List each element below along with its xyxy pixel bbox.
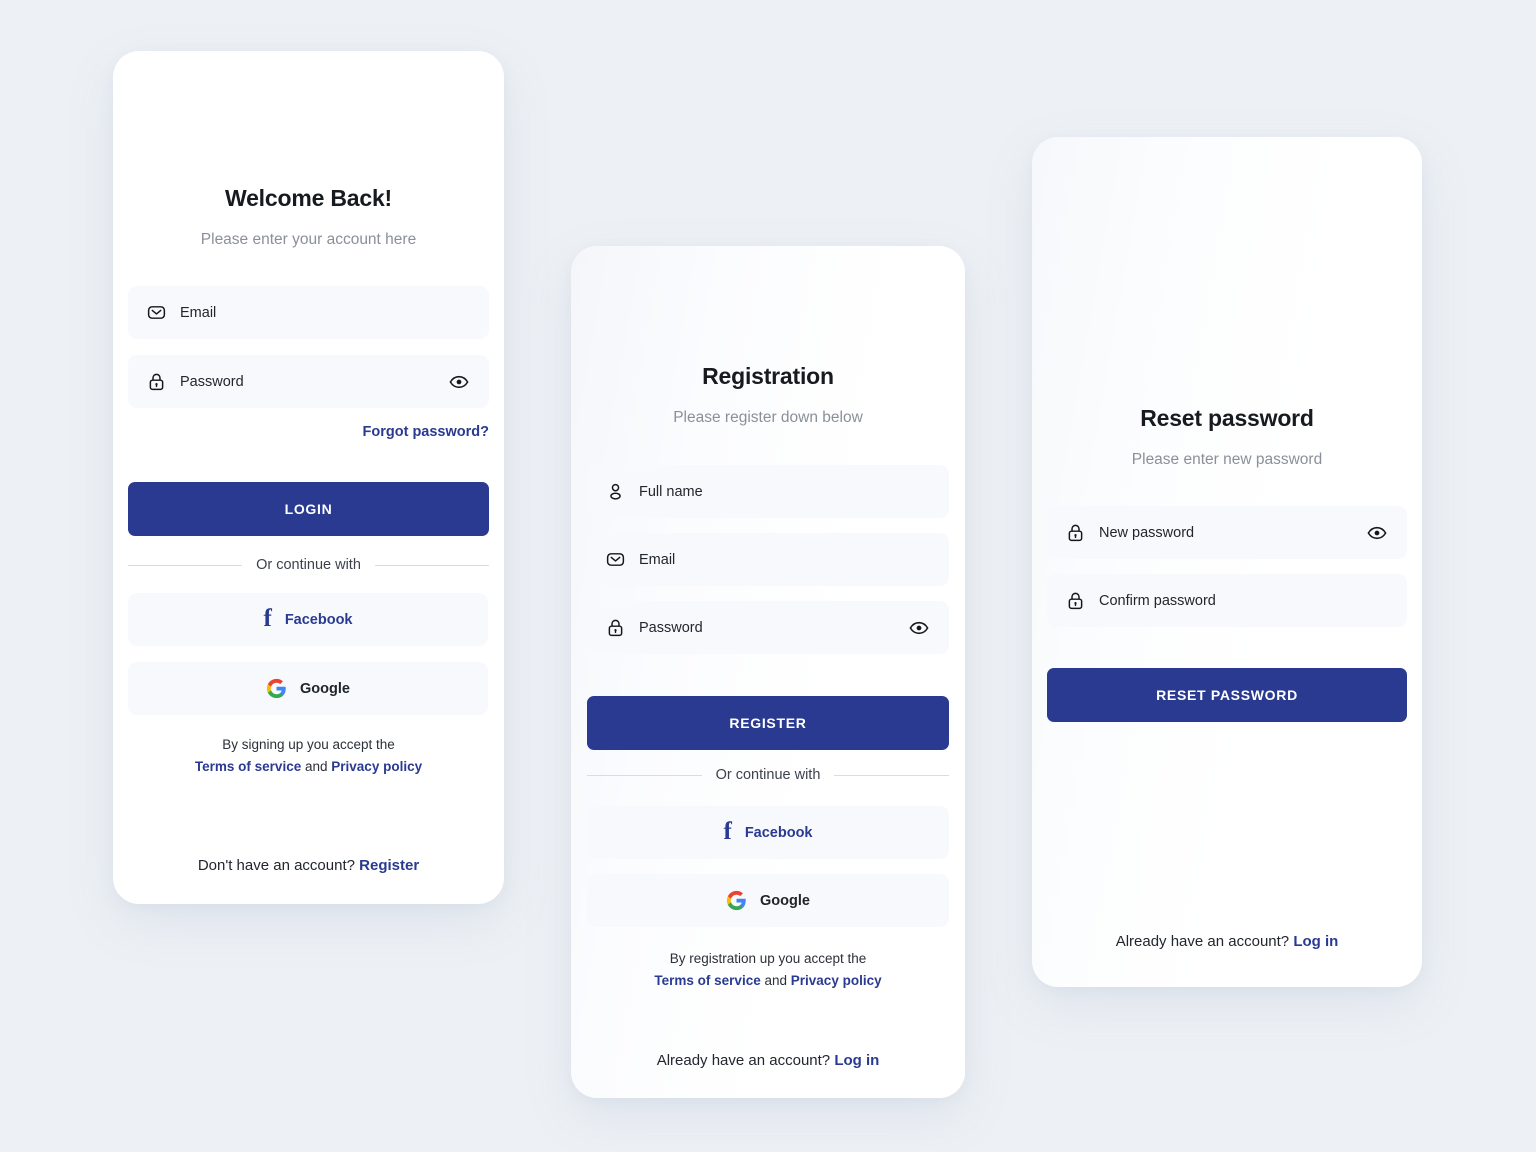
full-name-field[interactable]: Full name [587, 465, 949, 518]
email-field-label: Email [180, 304, 217, 321]
register-link[interactable]: Register [359, 857, 419, 874]
login-submit-row: LOGIN [128, 482, 489, 536]
google-icon [726, 890, 747, 911]
new-password-field[interactable]: New password [1047, 506, 1407, 559]
reset-password-card: Reset password Please enter new password… [1032, 137, 1422, 987]
registration-password-field-label: Password [639, 619, 703, 636]
terms-of-service-link[interactable]: Terms of service [195, 759, 301, 774]
reset-password-footer: Already have an account? Log in [1048, 933, 1406, 950]
login-divider: Or continue with [128, 557, 489, 573]
registration-email-field[interactable]: Email [587, 533, 949, 586]
divider-line-left [128, 564, 243, 566]
login-terms: By signing up you accept the Terms of se… [129, 734, 488, 777]
registration-divider: Or continue with [587, 767, 949, 783]
registration-subtitle: Please register down below [673, 409, 863, 426]
login-subtitle: Please enter your account here [200, 231, 417, 248]
facebook-icon: f [263, 605, 272, 632]
facebook-register-button[interactable]: f Facebook [587, 806, 949, 859]
divider-line-left [587, 774, 702, 776]
google-login-button[interactable]: Google [128, 662, 488, 715]
envelope-icon [605, 549, 626, 570]
reset-password-card-inner: Reset password Please enter new password… [1032, 137, 1422, 987]
registration-card-inner: Registration Please register down below … [571, 246, 965, 1098]
registration-submit-row: REGISTER [587, 696, 949, 750]
registration-footer: Already have an account? Log in [587, 1052, 949, 1069]
registration-email-field-label: Email [639, 551, 676, 568]
facebook-register-label: Facebook [744, 824, 813, 841]
terms-conjunction: and [304, 758, 328, 774]
google-login-label: Google [300, 680, 350, 697]
divider-line-right [374, 564, 489, 566]
reset-password-title: Reset password [1140, 405, 1314, 431]
divider-label: Or continue with [715, 767, 821, 783]
privacy-policy-link[interactable]: Privacy policy [331, 759, 422, 774]
login-title: Welcome Back! [225, 185, 392, 211]
login-card-inner: Welcome Back! Please enter your account … [113, 51, 504, 904]
google-icon [266, 678, 287, 699]
email-field[interactable]: Email [128, 286, 489, 339]
password-field[interactable]: Password [128, 355, 489, 408]
login-link[interactable]: Log in [1293, 933, 1338, 950]
reset-password-button[interactable]: RESET PASSWORD [1047, 668, 1407, 722]
password-field-label: Password [180, 373, 244, 390]
register-button[interactable]: REGISTER [587, 696, 949, 750]
registration-terms-prefix: By registration up you accept the [669, 951, 867, 966]
registration-card: Registration Please register down below … [571, 246, 965, 1098]
login-fields: Email Password [128, 286, 489, 408]
new-password-field-label: New password [1099, 524, 1195, 541]
forgot-password-link[interactable]: Forgot password? [363, 424, 489, 440]
envelope-icon [146, 302, 167, 323]
login-header: Welcome Back! Please enter your account … [129, 185, 488, 249]
confirm-password-field[interactable]: Confirm password [1047, 574, 1407, 627]
person-icon [605, 481, 626, 502]
facebook-login-button[interactable]: f Facebook [128, 593, 488, 646]
registration-social-buttons: f Facebook Google [587, 806, 949, 927]
terms-conjunction: and [764, 972, 788, 988]
eye-icon [909, 621, 929, 634]
registration-fields: Full name Email Password [587, 465, 949, 654]
reset-password-footer-text: Already have an account? [1115, 933, 1290, 950]
registration-password-field[interactable]: Password [587, 601, 949, 654]
registration-header: Registration Please register down below [587, 363, 949, 427]
reset-password-fields: New password Confirm password [1047, 506, 1407, 627]
login-social-buttons: f Facebook Google [128, 593, 488, 715]
reset-password-subtitle: Please enter new password [1131, 451, 1323, 468]
forgot-password-row: Forgot password? [128, 424, 489, 440]
lock-icon [1065, 522, 1086, 543]
toggle-new-password-visibility-button[interactable] [1365, 521, 1389, 545]
lock-icon [605, 617, 626, 638]
login-footer: Don't have an account? Register [129, 857, 488, 874]
login-link[interactable]: Log in [834, 1052, 879, 1069]
registration-footer-text: Already have an account? [656, 1052, 831, 1069]
lock-icon [146, 371, 167, 392]
lock-icon [1065, 590, 1086, 611]
facebook-icon: f [723, 818, 732, 845]
full-name-field-label: Full name [639, 483, 703, 500]
eye-icon [1367, 526, 1387, 539]
toggle-registration-password-visibility-button[interactable] [907, 616, 931, 640]
screen-root: Welcome Back! Please enter your account … [0, 0, 1536, 1152]
divider-line-right [834, 774, 949, 776]
toggle-password-visibility-button[interactable] [447, 370, 471, 394]
terms-of-service-link[interactable]: Terms of service [654, 973, 760, 988]
registration-terms: By registration up you accept the Terms … [587, 948, 949, 991]
confirm-password-field-label: Confirm password [1099, 592, 1216, 609]
registration-title: Registration [702, 363, 834, 389]
divider-label: Or continue with [256, 557, 361, 573]
reset-password-header: Reset password Please enter new password [1048, 405, 1406, 469]
google-register-label: Google [760, 892, 810, 909]
login-terms-prefix: By signing up you accept the [222, 737, 395, 752]
login-footer-text: Don't have an account? [197, 857, 355, 874]
login-card: Welcome Back! Please enter your account … [113, 51, 504, 904]
login-button[interactable]: LOGIN [128, 482, 489, 536]
eye-icon [449, 375, 469, 388]
reset-password-submit-row: RESET PASSWORD [1047, 668, 1407, 722]
facebook-login-label: Facebook [284, 611, 353, 628]
google-register-button[interactable]: Google [587, 874, 949, 927]
privacy-policy-link[interactable]: Privacy policy [791, 973, 882, 988]
